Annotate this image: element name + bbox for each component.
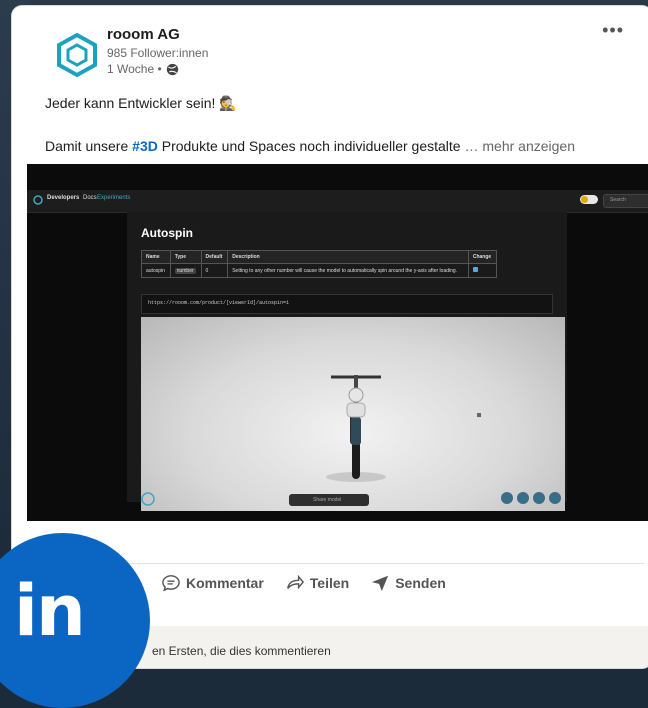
company-name[interactable]: rooom AG [107, 26, 180, 43]
globe-icon [166, 63, 178, 75]
embedded-heading: Autospin [141, 226, 193, 240]
share-model-pill: Share model [289, 494, 369, 506]
more-link[interactable]: … mehr anzeigen [461, 138, 575, 154]
comment-label: Kommentar [186, 575, 264, 591]
app-experiments: Experiments [97, 195, 131, 201]
more-options-button[interactable]: ••• [602, 20, 624, 41]
linkedin-logo: in [14, 570, 86, 652]
action-bar: Kommentar Teilen Senden [162, 574, 446, 592]
divider [44, 563, 644, 564]
share-icon [286, 574, 304, 590]
3d-viewer [141, 317, 565, 511]
post-text: Damit unsere [45, 138, 133, 154]
table-header: Name [141, 250, 171, 264]
param-table: Name Type Default Description Change aut… [141, 250, 498, 278]
embedded-panel: Autospin Name Type Default Description C… [127, 212, 567, 511]
table-header: Description [227, 250, 469, 264]
send-button[interactable]: Senden [371, 574, 446, 592]
table-cell: 0 [200, 263, 229, 278]
viewer-button-icon [549, 492, 561, 504]
post-text-continued: Produkte und Spaces noch individueller g… [157, 138, 461, 154]
cursor-icon [477, 413, 481, 417]
post-text-line-2: Damit unsere #3D Produkte und Spaces noc… [45, 138, 575, 154]
company-logo[interactable] [54, 32, 100, 78]
follower-count: 985 Follower:innen [107, 46, 209, 60]
embedded-appbar: Developers Docs Experiments Search [27, 190, 648, 213]
comment-prompt[interactable]: en Ersten, die dies kommentieren [152, 644, 331, 658]
code-url: https://rooom.com/product/[viewerId]/aut… [148, 300, 290, 306]
post-text-line-1: Jeder kann Entwickler sein! 🕵 [45, 95, 237, 111]
embedded-search: Search [603, 194, 648, 208]
viewer-logo-icon [141, 492, 155, 506]
type-tag: number [174, 267, 196, 274]
share-label: Teilen [309, 575, 350, 591]
app-docs: Docs [83, 195, 97, 201]
table-cell: Setting to any other number will cause t… [227, 263, 469, 278]
table-header: Default [200, 250, 229, 264]
post-time: 1 Woche • [107, 62, 179, 76]
hashtag-3d[interactable]: #3D [132, 138, 158, 154]
pill-label: Share model [313, 497, 342, 503]
app-brand: Developers [47, 195, 80, 201]
time-label: 1 Woche • [107, 62, 162, 76]
table-cell: autospin [141, 263, 171, 278]
comment-button[interactable]: Kommentar [162, 574, 264, 592]
code-box: https://rooom.com/product/[viewerId]/aut… [141, 294, 553, 314]
table-cell [467, 263, 498, 278]
search-placeholder: Search [610, 197, 626, 203]
viewer-button-icon [517, 492, 529, 504]
viewer-button-icon [501, 492, 513, 504]
table-cell: number [169, 263, 202, 278]
table-header: Type [169, 250, 202, 264]
comment-icon [162, 575, 180, 592]
toggle-knob [581, 196, 588, 203]
post-media[interactable]: Developers Docs Experiments Search Autos… [27, 164, 648, 521]
bicycle-icon [326, 375, 386, 482]
send-icon [372, 575, 389, 592]
table-header: Change [467, 250, 498, 264]
share-button[interactable]: Teilen [286, 574, 349, 592]
send-label: Senden [395, 575, 446, 591]
viewer-button-icon [533, 492, 545, 504]
checkbox-icon [472, 267, 478, 272]
app-logo-icon [33, 195, 43, 205]
theme-toggle [580, 195, 598, 204]
